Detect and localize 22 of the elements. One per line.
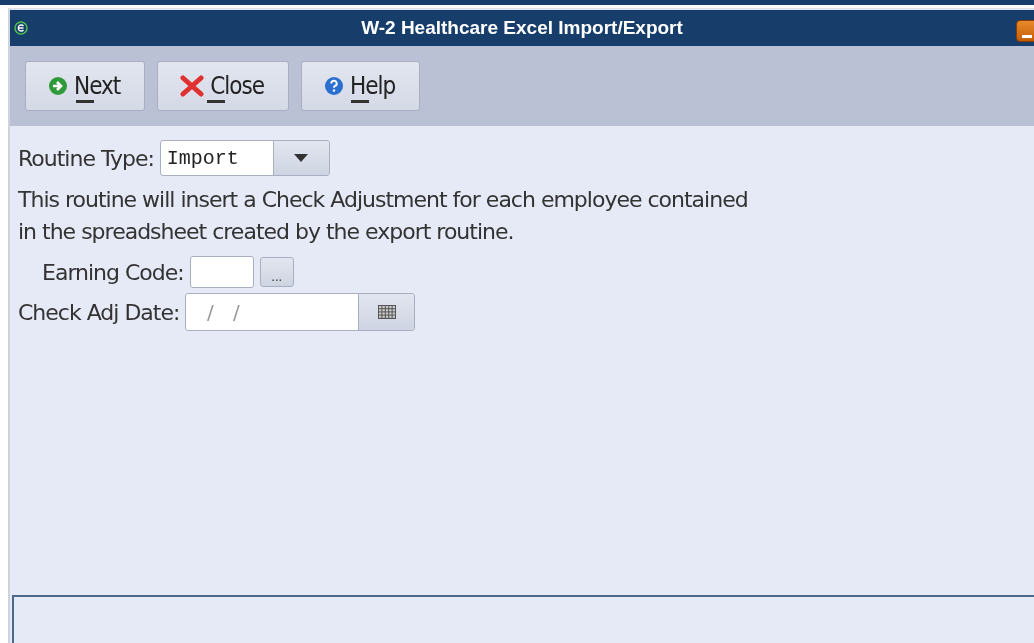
calendar-button[interactable] <box>358 294 415 330</box>
field-label: Routine Type: <box>18 145 154 171</box>
dropdown-button[interactable] <box>272 141 329 175</box>
arrow-right-icon <box>48 76 68 96</box>
routine-type-dropdown[interactable]: Import <box>159 140 330 176</box>
field-label: Check Adj Date: <box>18 299 180 325</box>
caret-icon <box>294 154 309 162</box>
window-title: W-2 Healthcare Excel Import/Export <box>361 17 683 39</box>
next-button[interactable]: Next <box>25 61 146 111</box>
earning-code-field[interactable] <box>189 256 254 288</box>
help-button[interactable]: Help <box>301 61 421 111</box>
close-icon <box>180 75 205 97</box>
field-label: Earning Code: <box>42 259 184 285</box>
logo-icon <box>14 21 28 35</box>
minimize-icon <box>1022 35 1032 38</box>
close-button[interactable]: Close <box>157 61 290 111</box>
calendar-icon <box>377 305 396 319</box>
help-icon <box>324 76 345 96</box>
description-text: This routine will insert a Check Adjustment for each employee contained in the spreadsheet created by the export routine. <box>18 186 749 246</box>
date-field[interactable]: / / <box>185 293 416 331</box>
minimize-button[interactable] <box>1016 20 1034 42</box>
lookup-button[interactable]: ... <box>259 257 294 287</box>
